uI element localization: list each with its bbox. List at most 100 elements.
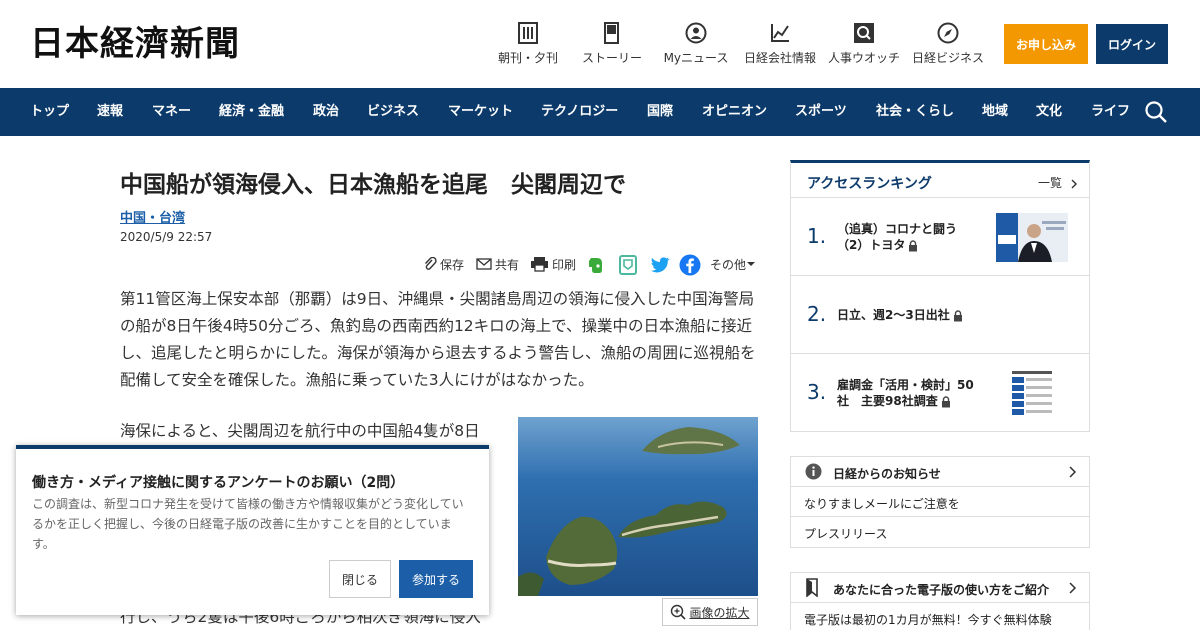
ranking-thumbnail [996, 213, 1068, 262]
notices-title: 日経からのお知らせ [833, 467, 941, 481]
notice-item[interactable]: なりすましメールにご注意を [791, 487, 1089, 517]
service-nikkei-business[interactable]: 日経ビジネス [908, 22, 988, 66]
ranking-item-title: 社 主要98社調査 [837, 394, 938, 408]
nav-item-breaking[interactable]: 速報 [97, 88, 123, 136]
nikkei-notices: 日経からのお知らせ なりすましメールにご注意を プレスリリース [790, 456, 1090, 548]
mail-icon [476, 258, 492, 270]
notice-item[interactable]: プレスリリース [791, 517, 1089, 547]
search-icon[interactable] [1144, 100, 1168, 124]
service-story[interactable]: ストーリー [572, 22, 652, 66]
lock-icon [909, 239, 918, 251]
nav-item-politics[interactable]: 政治 [313, 88, 339, 136]
ranking-title: アクセスランキング [807, 176, 932, 192]
chevron-right-icon [1069, 582, 1077, 594]
notice-item-label: プレスリリース [804, 527, 888, 541]
survey-title: 働き方・メディア接触に関するアンケートのお願い（2問） [32, 475, 405, 491]
service-morning-evening[interactable]: 朝刊・夕刊 [488, 22, 568, 66]
lock-icon [941, 395, 950, 407]
nav-item-opinion[interactable]: オピニオン [702, 88, 767, 136]
share-button[interactable]: 共有 [476, 255, 519, 273]
caret-down-icon [747, 262, 756, 266]
main-nav: トップ 速報 マネー 経済・金融 政治 ビジネス マーケット テクノロジー 国際… [0, 88, 1200, 136]
save-button[interactable]: 保存 [423, 255, 464, 273]
ranking-item-1[interactable]: 1. （追真）コロナと闘う （2）トヨタ [791, 197, 1089, 275]
nav-item-life[interactable]: ライフ [1091, 88, 1130, 136]
service-label: Myニュース [663, 51, 729, 65]
access-ranking: アクセスランキング 一覧 1. （追真）コロナと闘う （2）トヨタ 2. 日立、… [790, 160, 1090, 432]
facebook-icon[interactable] [679, 254, 701, 276]
newspaper-icon [518, 22, 538, 44]
nav-item-society[interactable]: 社会・くらし [876, 88, 954, 136]
apply-button[interactable]: お申し込み [1004, 24, 1088, 64]
article-body-line: 海保によると、尖閣周辺を航行中の中国船4隻が8日 [120, 422, 480, 440]
nav-item-sports[interactable]: スポーツ [795, 88, 847, 136]
nav-item-technology[interactable]: テクノロジー [541, 88, 618, 136]
share-label: 共有 [495, 257, 520, 272]
survey-close-button[interactable]: 閉じる [329, 560, 391, 598]
paperclip-icon [424, 257, 437, 270]
nav-item-market[interactable]: マーケット [448, 88, 513, 136]
ranking-item-3[interactable]: 3. 雇調金「活用・検討」50 社 主要98社調査 [791, 353, 1089, 431]
image-enlarge-button[interactable]: 画像の拡大 [662, 598, 758, 626]
ranking-item-title: 雇調金「活用・検討」50 [837, 378, 974, 392]
service-label: 朝刊・夕刊 [497, 51, 558, 65]
usage-guide: あなたに合った電子版の使い方をご紹介 電子版は最初の1カ月が無料！今すぐ無料体験 [790, 572, 1090, 630]
ranking-item-title: 日立、週2～3日出社 [837, 308, 950, 322]
ranking-item-2[interactable]: 2. 日立、週2～3日出社 [791, 275, 1089, 353]
ranking-item-title: （追真）コロナと闘う [837, 222, 958, 236]
ranking-number: 3. [807, 380, 827, 404]
chevron-right-icon [1071, 179, 1077, 188]
site-header: 日本経濟新聞 朝刊・夕刊 ストーリー Myニュース 日経会社情報 人事ウオッチ … [0, 0, 1200, 88]
ranking-all-link[interactable]: 一覧 [1038, 174, 1079, 191]
nav-item-international[interactable]: 国際 [647, 88, 673, 136]
nav-item-culture[interactable]: 文化 [1036, 88, 1062, 136]
ranking-thumbnail [1011, 369, 1055, 418]
lock-icon [953, 309, 962, 321]
islands-photo [518, 417, 758, 596]
user-icon [685, 22, 707, 44]
service-company-info[interactable]: 日経会社情報 [740, 22, 820, 66]
notice-item-label: なりすましメールにご注意を [804, 497, 960, 511]
zoom-in-icon [671, 604, 687, 620]
info-icon [805, 463, 822, 480]
save-label: 保存 [440, 257, 465, 272]
article-date: 2020/5/9 22:57 [120, 230, 213, 244]
ranking-number: 1. [807, 224, 827, 248]
article-photo[interactable] [518, 417, 758, 596]
service-my-news[interactable]: Myニュース [656, 22, 736, 66]
site-logo[interactable]: 日本経濟新聞 [30, 22, 240, 66]
usage-header[interactable]: あなたに合った電子版の使い方をご紹介 [791, 573, 1089, 603]
article-category-link[interactable]: 中国・台湾 [120, 207, 185, 226]
story-icon [604, 22, 619, 44]
survey-popup: 働き方・メディア接触に関するアンケートのお願い（2問） この調査は、新型コロナ発… [16, 445, 489, 615]
usage-item[interactable]: 電子版は最初の1カ月が無料！今すぐ無料体験 [791, 603, 1089, 630]
nav-item-region[interactable]: 地域 [982, 88, 1008, 136]
bookmark-flag-icon [806, 578, 818, 597]
service-personnel-watch[interactable]: 人事ウオッチ [824, 22, 904, 66]
usage-text: 電子版は最初の1カ月が無料！今すぐ無料体験 [804, 613, 1052, 627]
nav-item-money[interactable]: マネー [152, 88, 191, 136]
ranking-item-title: （2）トヨタ [837, 238, 906, 252]
chart-icon [771, 24, 789, 42]
nav-item-economy[interactable]: 経済・金融 [219, 88, 284, 136]
magnifier-icon [854, 23, 874, 43]
twitter-icon[interactable] [649, 254, 671, 276]
survey-join-button[interactable]: 参加する [399, 560, 473, 598]
survey-description: この調査は、新型コロナ発生を受けて皆様の働き方や情報収集がどう変化しているかを正… [32, 497, 464, 551]
enlarge-label: 画像の拡大 [689, 605, 750, 620]
printer-icon [531, 257, 548, 272]
evernote-icon[interactable] [585, 254, 607, 276]
nav-item-top[interactable]: トップ [30, 88, 69, 136]
ranking-number: 2. [807, 302, 827, 326]
service-label: 日経会社情報 [743, 51, 816, 65]
print-button[interactable]: 印刷 [530, 255, 576, 273]
bookmark-icon[interactable] [617, 254, 639, 276]
nav-item-business[interactable]: ビジネス [367, 88, 419, 136]
service-label: 日経ビジネス [911, 51, 984, 65]
login-button[interactable]: ログイン [1096, 24, 1168, 64]
more-label: その他 [710, 257, 747, 272]
notices-header[interactable]: 日経からのお知らせ [791, 457, 1089, 487]
more-share-button[interactable]: その他 [710, 255, 759, 273]
ranking-all-label: 一覧 [1038, 176, 1063, 190]
article-lead: 第11管区海上保安本部（那覇）は9日、沖縄県・尖閣諸島周辺の領海に侵入した中国海… [120, 290, 756, 389]
